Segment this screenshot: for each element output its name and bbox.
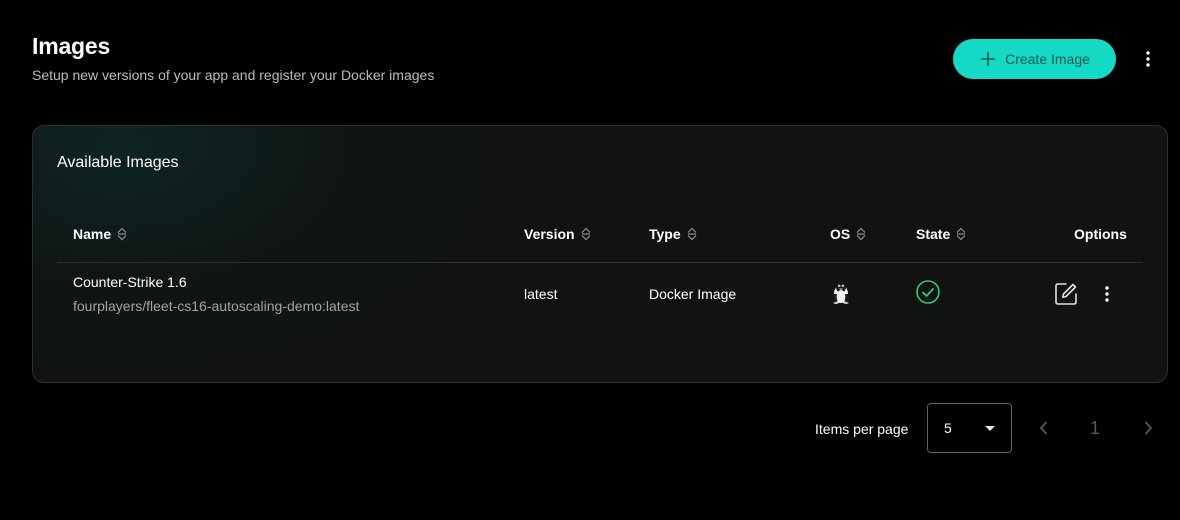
- column-header-label: Name: [73, 226, 112, 242]
- sort-icon: [687, 227, 697, 241]
- items-per-page-label: Items per page: [815, 421, 909, 437]
- plus-icon: [981, 52, 996, 66]
- column-header-name[interactable]: Name: [73, 226, 127, 242]
- column-header-options: Options: [1074, 226, 1127, 242]
- column-header-label: Version: [524, 226, 575, 242]
- page-title: Images: [32, 33, 111, 59]
- create-image-label: Create Image: [1005, 51, 1090, 67]
- column-header-version[interactable]: Version: [524, 226, 591, 242]
- column-header-label: Type: [649, 226, 681, 242]
- linux-tux-icon: [833, 281, 849, 304]
- sort-icon: [581, 227, 591, 241]
- current-page-number[interactable]: 1: [1090, 418, 1100, 439]
- column-header-os[interactable]: OS: [830, 226, 866, 242]
- row-more-options-icon[interactable]: [1097, 284, 1117, 304]
- page-subtitle: Setup new versions of your app and regis…: [32, 67, 435, 83]
- items-per-page-select[interactable]: 5: [927, 403, 1012, 453]
- sort-icon: [956, 227, 966, 241]
- edit-icon[interactable]: [1053, 281, 1079, 307]
- images-card: Available Images Name Version Type OS St…: [32, 125, 1168, 383]
- image-reference: fourplayers/fleet-cs16-autoscaling-demo:…: [73, 298, 360, 314]
- image-name: Counter-Strike 1.6: [73, 274, 187, 290]
- column-header-label: OS: [830, 226, 851, 242]
- header-divider: [57, 262, 1143, 263]
- check-circle-icon: [916, 280, 940, 304]
- items-per-page-value: 5: [944, 420, 952, 436]
- card-title: Available Images: [57, 154, 179, 171]
- column-header-type[interactable]: Type: [649, 226, 697, 242]
- caret-down-icon: [985, 426, 995, 431]
- create-image-button[interactable]: Create Image: [953, 39, 1116, 79]
- column-header-label: State: [916, 226, 951, 242]
- column-header-state[interactable]: State: [916, 226, 966, 242]
- image-type: Docker Image: [649, 286, 737, 302]
- chevron-left-icon[interactable]: [1034, 418, 1054, 438]
- image-version: latest: [524, 286, 558, 302]
- sort-icon: [856, 227, 866, 241]
- chevron-right-icon[interactable]: [1138, 418, 1158, 438]
- page-header: Images Setup new versions of your app an…: [32, 33, 434, 83]
- more-options-icon[interactable]: [1138, 49, 1158, 69]
- sort-icon: [117, 227, 127, 241]
- column-header-label: Options: [1074, 226, 1127, 242]
